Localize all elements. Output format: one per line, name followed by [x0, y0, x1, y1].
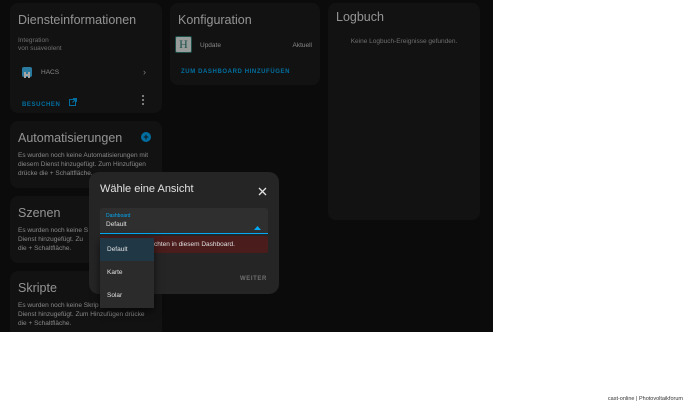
dropdown-option-karte[interactable]: Karte: [100, 261, 154, 284]
dashboard-select[interactable]: Dashboard Default: [100, 208, 268, 234]
dashboard-dropdown-menu: Default Karte Solar: [100, 238, 154, 308]
dropdown-option-default[interactable]: Default: [100, 238, 154, 261]
error-text: chten in diesem Dashboard.: [154, 241, 235, 248]
dashboard-select-label: Dashboard: [106, 213, 131, 219]
footer-credit: cast-online | Photovoltaikforum: [607, 396, 683, 402]
app-window: Diensteinformationen Integration von sua…: [0, 0, 493, 332]
caret-up-icon: [254, 217, 261, 235]
close-icon[interactable]: [258, 183, 267, 196]
dropdown-option-solar[interactable]: Solar: [100, 284, 154, 307]
dashboard-select-value: Default: [106, 221, 127, 228]
next-button[interactable]: WEITER: [240, 276, 267, 282]
dialog-title: Wähle eine Ansicht: [100, 183, 194, 195]
